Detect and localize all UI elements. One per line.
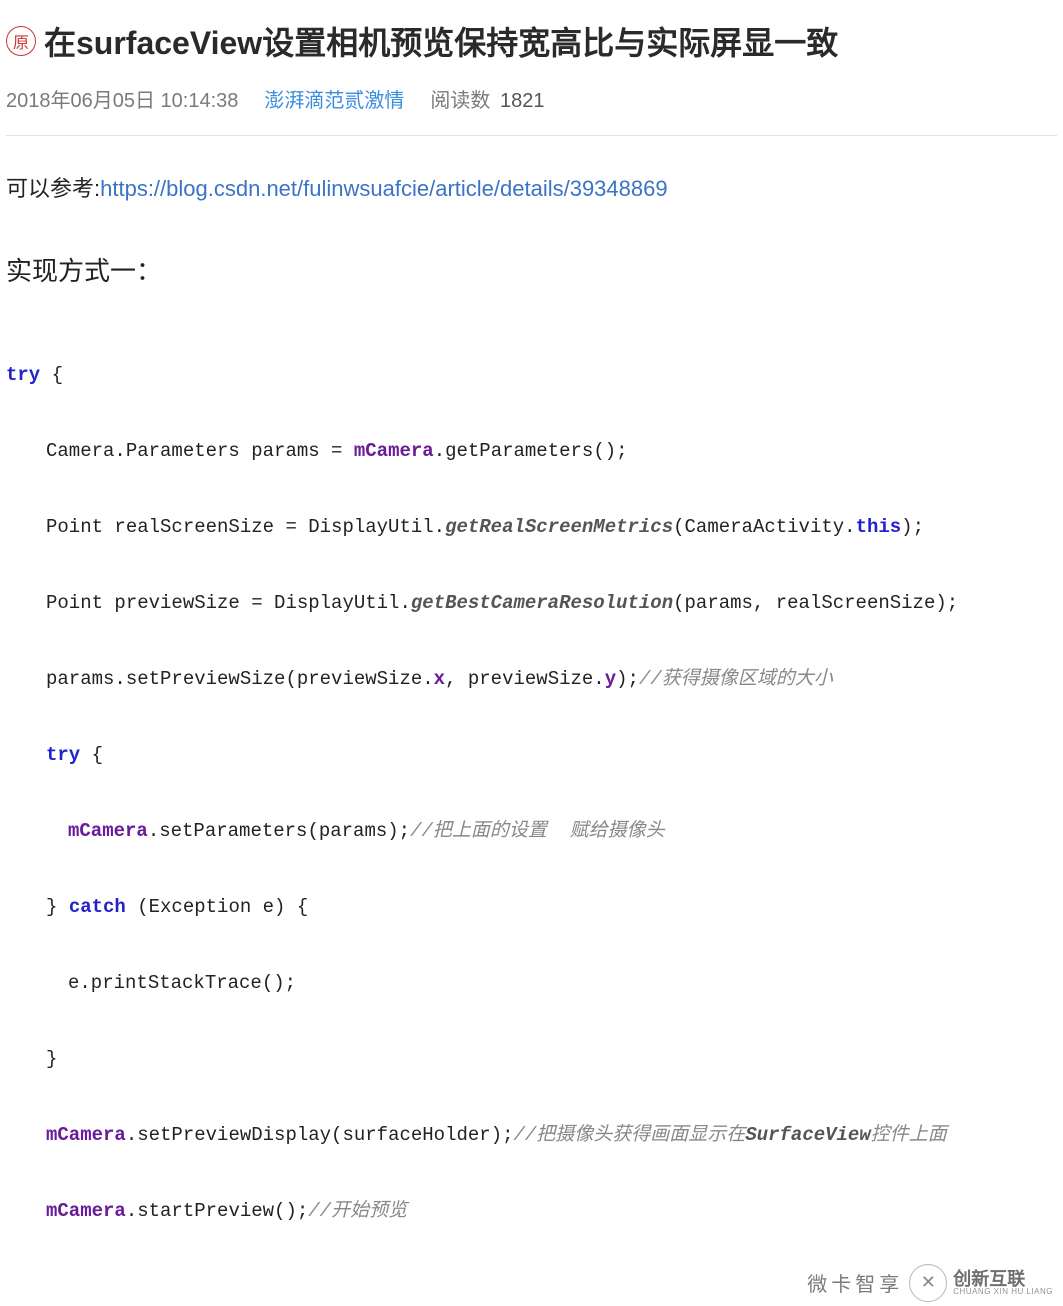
- keyword-this: this: [856, 516, 902, 538]
- italic-method: getRealScreenMetrics: [445, 516, 673, 538]
- code-comment: //把摄像头获得画面显示在SurfaceView控件上面: [514, 1124, 947, 1146]
- reads-count: 1821: [500, 90, 545, 112]
- article-header: 原 在surfaceView设置相机预览保持宽高比与实际屏显一致 2018年06…: [6, 0, 1057, 121]
- original-badge: 原: [6, 26, 36, 56]
- section-heading-1: 实现方式一：: [6, 249, 1057, 293]
- watermark-text: 微卡智享: [807, 1268, 903, 1297]
- reference-line: 可以参考:https://blog.csdn.net/fulinwsuafcie…: [6, 170, 1057, 207]
- code-line: Point previewSize = DisplayUtil.getBestC…: [6, 584, 1057, 622]
- code-line: try {: [6, 356, 1057, 394]
- member-y: y: [605, 668, 616, 690]
- reference-prefix: 可以参考:: [6, 176, 100, 201]
- member-x: x: [434, 668, 445, 690]
- code-line: e.printStackTrace();: [6, 964, 1057, 1002]
- code-line: mCamera.startPreview();//开始预览: [6, 1192, 1057, 1230]
- code-line: mCamera.setPreviewDisplay(surfaceHolder)…: [6, 1116, 1057, 1154]
- member-mcamera: mCamera: [46, 1200, 126, 1222]
- code-line: Point realScreenSize = DisplayUtil.getRe…: [6, 508, 1057, 546]
- code-line: params.setPreviewSize(previewSize.x, pre…: [6, 660, 1057, 698]
- member-mcamera: mCamera: [46, 1124, 126, 1146]
- member-mcamera: mCamera: [354, 440, 434, 462]
- code-line: Camera.Parameters params = mCamera.getPa…: [6, 432, 1057, 470]
- article-content: 可以参考:https://blog.csdn.net/fulinwsuafcie…: [6, 170, 1057, 1306]
- code-line: try {: [6, 736, 1057, 774]
- watermark-logo-text: 创新互联 CHUANG XIN HU LIANG: [953, 1270, 1053, 1296]
- code-block: try { Camera.Parameters params = mCamera…: [6, 318, 1057, 1306]
- article-title: 在surfaceView设置相机预览保持宽高比与实际屏显一致: [44, 18, 838, 64]
- meta-row: 2018年06月05日 10:14:38 澎湃滴范贰激情 阅读数 1821: [6, 84, 1057, 113]
- reads-block: 阅读数 1821: [430, 84, 544, 113]
- italic-method: getBestCameraResolution: [411, 592, 673, 614]
- divider: [6, 135, 1057, 136]
- reads-label: 阅读数: [430, 90, 490, 112]
- author-link[interactable]: 澎湃滴范贰激情: [264, 84, 404, 113]
- code-line: } catch (Exception e) {: [6, 888, 1057, 926]
- code-line: mCamera.setParameters(params);//把上面的设置 赋…: [6, 812, 1057, 850]
- title-row: 原 在surfaceView设置相机预览保持宽高比与实际屏显一致: [6, 18, 1057, 64]
- keyword-try: try: [6, 364, 40, 386]
- code-line: }: [6, 1040, 1057, 1078]
- code-comment: //把上面的设置 赋给摄像头: [410, 820, 665, 842]
- watermark-logo-icon: ✕: [909, 1264, 947, 1302]
- member-mcamera: mCamera: [68, 820, 148, 842]
- keyword-try: try: [46, 744, 80, 766]
- keyword-catch: catch: [69, 896, 126, 918]
- code-comment: //开始预览: [308, 1200, 407, 1222]
- reference-link[interactable]: https://blog.csdn.net/fulinwsuafcie/arti…: [100, 176, 667, 201]
- watermark: 微卡智享 ✕ 创新互联 CHUANG XIN HU LIANG: [807, 1264, 1053, 1302]
- code-comment: //获得摄像区域的大小: [639, 668, 833, 690]
- publish-date: 2018年06月05日 10:14:38: [6, 84, 238, 113]
